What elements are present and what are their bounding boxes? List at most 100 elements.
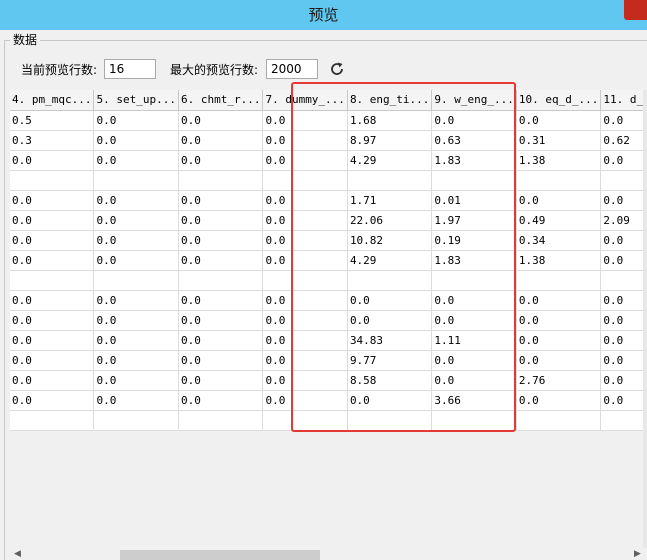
table-cell[interactable]: 0.0 (10, 230, 95, 251)
table-cell[interactable]: 0.19 (431, 230, 517, 251)
table-cell[interactable]: 0.0 (93, 110, 179, 131)
table-cell[interactable]: 1.11 (431, 330, 517, 351)
table-cell[interactable]: 0.0 (10, 350, 95, 371)
table-cell[interactable]: 0.0 (93, 390, 179, 411)
table-cell[interactable]: 0.0 (262, 350, 348, 371)
table-cell[interactable]: 0.34 (516, 230, 602, 251)
table-cell[interactable]: 0.31 (516, 130, 602, 151)
data-grid[interactable]: 4. pm_mqc... 5. set_up... 6. chmt_r... 7. d… (10, 90, 647, 550)
column-header[interactable]: 10. eq_d_... (516, 90, 602, 111)
table-cell[interactable]: 0.0 (178, 110, 264, 131)
table-cell[interactable]: 0.0 (10, 290, 95, 311)
table-cell[interactable]: 0.0 (600, 110, 647, 131)
table-cell[interactable]: 0.0 (516, 350, 602, 371)
table-cell[interactable]: 0.0 (93, 290, 179, 311)
table-cell[interactable]: 0.0 (178, 330, 264, 351)
table-cell[interactable]: 0.0 (347, 310, 433, 331)
table-cell[interactable]: 0.0 (600, 250, 647, 271)
table-cell[interactable]: 0.0 (600, 310, 647, 331)
table-cell[interactable]: 0.0 (600, 350, 647, 371)
table-cell[interactable] (262, 410, 348, 431)
table-cell[interactable]: 0.0 (516, 190, 602, 211)
table-cell[interactable]: 0.0 (93, 330, 179, 351)
table-cell[interactable]: 0.0 (178, 130, 264, 151)
max-rows-input[interactable] (266, 59, 318, 79)
table-cell[interactable]: 0.0 (516, 310, 602, 331)
table-cell[interactable]: 0.0 (178, 290, 264, 311)
table-cell[interactable]: 0.63 (431, 130, 517, 151)
column-header[interactable]: 4. pm_mqc... (10, 90, 95, 111)
table-cell[interactable]: 0.01 (431, 190, 517, 211)
table-cell[interactable] (431, 170, 517, 191)
table-cell[interactable]: 9.77 (347, 350, 433, 371)
table-cell[interactable]: 0.0 (178, 370, 264, 391)
column-header[interactable]: 5. set_up... (93, 90, 179, 111)
table-cell[interactable]: 0.0 (10, 150, 95, 171)
table-cell[interactable]: 0.0 (262, 290, 348, 311)
table-cell[interactable]: 0.5 (10, 110, 95, 131)
table-cell[interactable] (93, 270, 179, 291)
table-cell[interactable]: 1.83 (431, 250, 517, 271)
table-cell[interactable] (10, 410, 95, 431)
table-cell[interactable]: 1.38 (516, 250, 602, 271)
table-cell[interactable] (178, 410, 264, 431)
table-cell[interactable]: 0.0 (10, 190, 95, 211)
table-cell[interactable]: 1.68 (347, 110, 433, 131)
table-cell[interactable]: 0.0 (262, 110, 348, 131)
column-header[interactable]: 8. eng_ti... (347, 90, 433, 111)
table-cell[interactable]: 0.3 (10, 130, 95, 151)
table-cell[interactable]: 2.09 (600, 210, 647, 231)
table-cell[interactable]: 10.82 (347, 230, 433, 251)
table-cell[interactable] (516, 270, 602, 291)
table-cell[interactable]: 2.76 (516, 370, 602, 391)
table-cell[interactable]: 0.0 (600, 190, 647, 211)
column-header[interactable]: 6. chmt_r... (178, 90, 264, 111)
table-cell[interactable]: 0.0 (347, 290, 433, 311)
table-cell[interactable]: 0.0 (10, 250, 95, 271)
table-cell[interactable]: 0.0 (262, 150, 348, 171)
table-cell[interactable]: 0.0 (262, 370, 348, 391)
column-header[interactable]: 9. w_eng_... (431, 90, 517, 111)
table-cell[interactable]: 0.0 (93, 370, 179, 391)
table-cell[interactable]: 0.0 (93, 310, 179, 331)
current-rows-input[interactable] (104, 59, 156, 79)
table-cell[interactable]: 4.29 (347, 250, 433, 271)
table-cell[interactable]: 1.97 (431, 210, 517, 231)
table-cell[interactable]: 0.0 (93, 130, 179, 151)
table-cell[interactable]: 0.0 (516, 290, 602, 311)
table-cell[interactable]: 0.0 (600, 150, 647, 171)
table-cell[interactable]: 0.0 (516, 110, 602, 131)
table-cell[interactable]: 0.0 (262, 210, 348, 231)
table-cell[interactable]: 0.62 (600, 130, 647, 151)
table-cell[interactable]: 0.0 (93, 210, 179, 231)
table-cell[interactable]: 3.66 (431, 390, 517, 411)
table-cell[interactable]: 0.0 (10, 330, 95, 351)
table-cell[interactable]: 0.0 (431, 310, 517, 331)
table-cell[interactable]: 0.0 (262, 190, 348, 211)
table-cell[interactable] (431, 270, 517, 291)
table-cell[interactable]: 0.0 (10, 390, 95, 411)
table-cell[interactable] (178, 270, 264, 291)
table-cell[interactable]: 0.0 (262, 230, 348, 251)
table-cell[interactable]: 0.0 (600, 230, 647, 251)
table-cell[interactable]: 0.0 (516, 390, 602, 411)
table-cell[interactable]: 0.0 (93, 190, 179, 211)
table-cell[interactable]: 0.0 (178, 250, 264, 271)
table-cell[interactable]: 0.49 (516, 210, 602, 231)
table-cell[interactable]: 0.0 (431, 290, 517, 311)
table-cell[interactable]: 8.58 (347, 370, 433, 391)
table-cell[interactable]: 0.0 (178, 190, 264, 211)
table-cell[interactable] (600, 170, 647, 191)
table-cell[interactable] (347, 410, 433, 431)
table-cell[interactable] (93, 410, 179, 431)
table-cell[interactable]: 0.0 (93, 250, 179, 271)
table-cell[interactable] (347, 270, 433, 291)
table-cell[interactable] (93, 170, 179, 191)
table-cell[interactable]: 0.0 (178, 350, 264, 371)
table-cell[interactable]: 0.0 (516, 330, 602, 351)
table-cell[interactable] (600, 270, 647, 291)
scroll-left-icon[interactable]: ◀ (14, 549, 21, 559)
table-cell[interactable]: 0.0 (431, 350, 517, 371)
table-cell[interactable]: 0.0 (178, 310, 264, 331)
table-cell[interactable]: 0.0 (93, 230, 179, 251)
